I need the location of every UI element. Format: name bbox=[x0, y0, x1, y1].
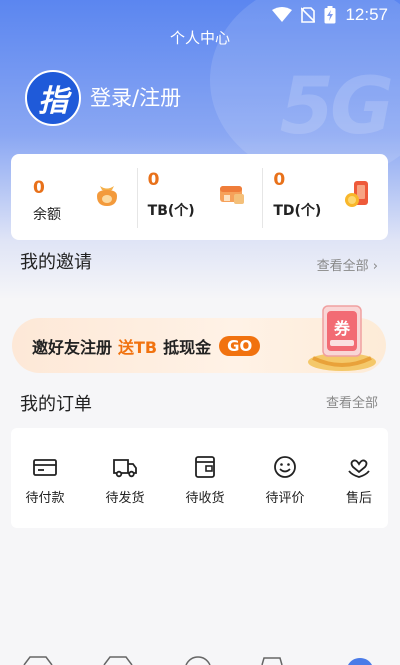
order-pending-payment[interactable]: 待付款 bbox=[11, 454, 79, 506]
td-label: TD(个) bbox=[273, 203, 322, 219]
status-time: 12:57 bbox=[345, 5, 388, 24]
phone-coin-icon bbox=[345, 181, 369, 207]
wifi-icon bbox=[272, 7, 293, 22]
page-title: 个人中心 bbox=[169, 29, 230, 47]
order-label: 待收货 bbox=[185, 491, 225, 506]
td-balance-item[interactable]: 0 TD(个) bbox=[262, 154, 388, 240]
orders-card: 待付款 待发货 待收货 待评价 售后 bbox=[11, 428, 388, 528]
go-button[interactable]: GO bbox=[219, 335, 261, 356]
coupon-icon: 券 bbox=[308, 305, 376, 371]
order-label: 售后 bbox=[345, 491, 372, 506]
order-pending-receipt[interactable]: 待收货 bbox=[171, 454, 239, 506]
orders-view-all-link[interactable]: 查看全部 bbox=[326, 392, 378, 411]
heart-hand-icon bbox=[348, 459, 370, 478]
banner-highlight: 送TB bbox=[118, 337, 158, 357]
balance-card: 0 余额 0 TB(个) 0 TD(个) bbox=[11, 154, 388, 240]
avatar-logo-text: 指 bbox=[38, 84, 68, 119]
coupon-label: 券 bbox=[333, 319, 351, 338]
truck-icon bbox=[113, 459, 137, 478]
order-label: 待评价 bbox=[265, 491, 305, 506]
avatar[interactable]: 指 bbox=[25, 70, 81, 126]
chevron-right-icon: › bbox=[368, 259, 378, 274]
package-icon bbox=[195, 456, 215, 478]
tb-balance-item[interactable]: 0 TB(个) bbox=[136, 154, 263, 240]
tb-label: TB(个) bbox=[147, 203, 195, 219]
td-value: 0 bbox=[273, 170, 286, 190]
orders-section-title: 我的订单 bbox=[20, 394, 92, 415]
order-after-sales[interactable]: 售后 bbox=[325, 454, 393, 506]
no-sim-icon bbox=[301, 7, 316, 23]
order-pending-shipment[interactable]: 待发货 bbox=[91, 454, 159, 506]
watermark-5g: 5G bbox=[279, 62, 394, 152]
tb-value: 0 bbox=[147, 170, 160, 190]
order-pending-review[interactable]: 待评价 bbox=[251, 454, 319, 506]
invite-section-title: 我的邀请 bbox=[20, 252, 92, 273]
login-register-link[interactable]: 登录/注册 bbox=[90, 82, 181, 112]
wallet-icon bbox=[33, 459, 57, 476]
balance-value: 0 bbox=[33, 178, 45, 198]
invite-view-all-link[interactable]: 查看全部 › bbox=[317, 255, 378, 274]
order-label: 待付款 bbox=[25, 491, 65, 506]
battery-charging-icon bbox=[324, 6, 336, 24]
bottom-nav-peek bbox=[23, 656, 372, 665]
smile-icon bbox=[274, 456, 296, 478]
banner-text: 邀好友注册 bbox=[32, 337, 113, 357]
balance-item[interactable]: 0 余额 bbox=[11, 154, 137, 240]
money-bag-icon bbox=[96, 186, 117, 206]
shop-box-icon bbox=[220, 186, 245, 204]
status-bar: 12:57 bbox=[0, 0, 400, 30]
order-label: 待发货 bbox=[105, 491, 145, 506]
balance-label: 余额 bbox=[33, 207, 61, 223]
view-all-label: 查看全部 bbox=[316, 259, 369, 274]
banner-text-2: 抵现金 bbox=[163, 337, 212, 357]
